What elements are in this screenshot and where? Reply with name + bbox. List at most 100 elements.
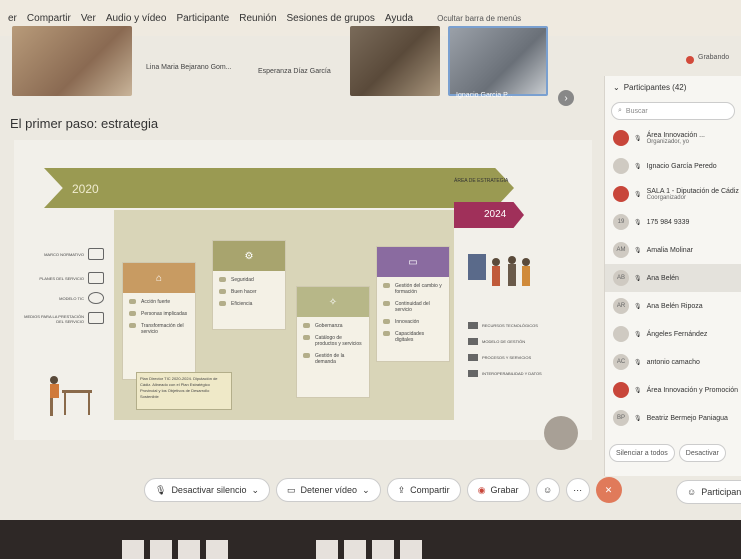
timeline-start-year: 2020 — [72, 182, 99, 196]
card-item: Catálogo de productos y servicios — [297, 329, 369, 347]
microphone-icon: 🎙 — [634, 387, 642, 394]
timeline-caption: ÁREA DE ESTRATEGIA — [454, 178, 509, 184]
participant-row[interactable]: 🎙 SALA 1 - Diputación de Cádiz Coorganizad… — [605, 180, 741, 208]
participant-row[interactable]: 🎙 Área Innovación ... Organizador, yo — [605, 124, 741, 152]
card-item: Capacidades digitales — [377, 325, 449, 343]
participants-button[interactable]: ☺ Participantes — [676, 480, 741, 504]
card-item: Continuidad del servicio — [377, 295, 449, 313]
strategy-card: ✧ Gobernanza Catálogo de productos y ser… — [296, 286, 370, 398]
participant-name-label: Esperanza Díaz García — [258, 68, 331, 75]
active-speaker-thumbnail[interactable] — [448, 26, 548, 96]
grid-icon — [468, 338, 478, 345]
participant-name: Amalia Molinar — [646, 246, 693, 254]
participant-row[interactable]: AR 🎙 Ana Belén Ripoza — [605, 292, 741, 320]
chevron-down-icon[interactable]: ⌄ — [613, 83, 620, 92]
chevron-down-icon[interactable]: ⌄ — [362, 485, 370, 496]
unmute-all-button[interactable]: Desactivar — [678, 444, 726, 462]
microphone-icon: 🎙 — [634, 163, 642, 170]
microphone-icon: 🎙 — [634, 219, 642, 226]
search-field[interactable]: ⌕ Buscar — [611, 102, 735, 120]
shared-slide: 2020 ÁREA DE ESTRATEGIA 2024 ⌂ Acción fu… — [14, 140, 592, 450]
card-item: Personas implicadas — [123, 305, 195, 317]
monitor-icon: ▭ — [377, 247, 449, 277]
side-label: MODELO TIC — [59, 296, 84, 301]
stop-video-button[interactable]: ▭ Detener vídeo ⌄ — [276, 478, 381, 502]
card-item: Eficiencia — [213, 295, 285, 307]
building-icon: ⌂ — [123, 263, 195, 293]
participant-name: Ángeles Fernández — [646, 330, 708, 338]
participant-row[interactable]: 🎙 Ángeles Fernández — [605, 320, 741, 348]
unmute-label: Desactivar silencio — [171, 485, 247, 495]
participant-text: antonio camacho — [647, 359, 700, 366]
arrows-icon — [468, 354, 478, 361]
presenter-cursor — [544, 416, 578, 450]
participants-title: Participantes (42) — [623, 82, 687, 92]
chevron-right-icon[interactable]: › — [558, 90, 574, 106]
participant-name-label: Lina Maria Bejarano Gom... — [146, 64, 232, 71]
more-icon: ⋯ — [573, 484, 583, 495]
participant-role: Organizador, yo — [646, 138, 689, 145]
participant-name-label: Ignacio Garcia P... — [456, 92, 513, 99]
keyboard-key — [316, 540, 338, 559]
card-item: Transformación del servicio — [123, 317, 195, 335]
card-item: Seguridad — [213, 271, 285, 283]
leave-meeting-button[interactable]: ✕ — [595, 477, 622, 503]
participant-name: antonio camacho — [646, 358, 700, 366]
person-icon: ☺ — [687, 487, 697, 497]
participant-text: 175 984 9339 — [647, 219, 690, 226]
share-button[interactable]: ⇪ Compartir — [386, 478, 461, 502]
card-item: Gobernanza — [297, 317, 369, 329]
participant-row[interactable]: AC 🎙 antonio camacho — [605, 348, 741, 376]
participant-text: Amalia Molinar — [647, 247, 693, 254]
avatar — [613, 130, 629, 146]
participant-row[interactable]: AB 🎙 Ana Belén — [605, 264, 741, 292]
avatar: AR — [613, 298, 629, 314]
keyboard-key — [206, 540, 228, 559]
video-thumbnail[interactable] — [12, 26, 132, 96]
participant-row[interactable]: AM 🎙 Amalia Molinar — [605, 236, 741, 264]
server-icon — [468, 322, 478, 329]
recording-label: Grabando — [698, 54, 730, 61]
participant-text: Beatriz Bermejo Paniagua — [647, 415, 728, 422]
people-illustration — [468, 254, 530, 286]
strategy-card: ⚙ Seguridad Buen hacer Eficiencia — [212, 240, 286, 330]
timeline-arrow — [44, 168, 514, 208]
video-strip: Lina Maria Bejarano Gom... Esperanza Día… — [0, 18, 600, 114]
network-icon — [88, 312, 104, 324]
legend-item: PROCESOS Y SERVICIOS — [468, 354, 531, 361]
participant-row[interactable]: BP 🎙 Beatriz Bermejo Paniagua — [605, 404, 741, 432]
card-item: Gestión de la demanda — [297, 347, 369, 365]
microphone-icon: 🎙 — [634, 415, 642, 422]
keyboard-key — [372, 540, 394, 559]
participant-row[interactable]: 19 🎙 175 984 9339 — [605, 208, 741, 236]
card-item: Innovación — [377, 313, 449, 325]
side-label: MARCO NORMATIVO — [44, 252, 84, 257]
more-options-button[interactable]: ⋯ — [565, 478, 590, 502]
participant-name: Ignacio García Peredo — [646, 162, 717, 170]
unmute-button[interactable]: 🎙 Desactivar silencio ⌄ — [144, 478, 271, 502]
card-item: Acción fuerte — [123, 293, 195, 305]
settings-icon — [88, 292, 104, 304]
participant-row[interactable]: 🎙 Área Innovación y Promoción — [605, 376, 741, 404]
database-icon — [468, 370, 478, 377]
share-icon: ⇪ — [397, 484, 406, 495]
reactions-button[interactable]: ☺ — [535, 478, 560, 502]
participant-name: Área Innovación y Promoción — [646, 386, 739, 394]
share-label: Compartir — [410, 485, 450, 495]
meeting-controls: 🎙 Desactivar silencio ⌄ ▭ Detener vídeo … — [144, 477, 622, 503]
document-icon — [88, 272, 104, 284]
participants-panel: ⌄ Participantes (42) ⌕ Buscar 🎙 Área Inno… — [604, 76, 741, 476]
avatar: AB — [613, 270, 629, 286]
participant-list: 🎙 Área Innovación ... Organizador, yo 🎙 Igna… — [605, 124, 741, 432]
avatar: AM — [613, 242, 629, 258]
participant-text: Ignacio García Peredo — [647, 163, 717, 170]
mute-all-button[interactable]: Silenciar a todos — [609, 444, 675, 462]
record-button[interactable]: ◉ Grabar — [466, 478, 530, 502]
chevron-down-icon[interactable]: ⌄ — [251, 485, 259, 496]
participant-name: Ana Belén Ripoza — [646, 302, 703, 310]
microphone-icon: 🎙 — [634, 331, 642, 338]
video-thumbnail[interactable] — [350, 26, 440, 96]
participant-row[interactable]: 🎙 Ignacio García Peredo — [605, 152, 741, 180]
participant-text: Ana Belén — [647, 275, 679, 282]
search-placeholder: Buscar — [625, 107, 648, 115]
